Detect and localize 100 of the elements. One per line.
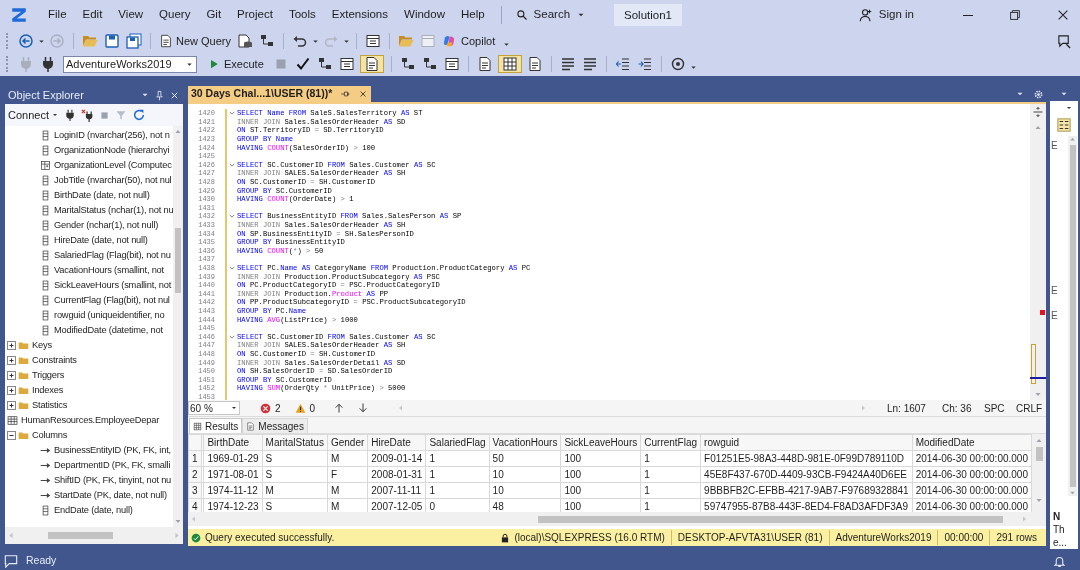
menu-item[interactable]: Window bbox=[396, 6, 453, 24]
plug-icon[interactable] bbox=[64, 109, 76, 121]
collapse-icon[interactable] bbox=[229, 265, 235, 271]
tree-item[interactable]: Triggers bbox=[32, 368, 65, 383]
window-icon[interactable] bbox=[443, 56, 460, 72]
menu-item[interactable]: Git bbox=[198, 6, 230, 24]
tree-icon[interactable] bbox=[421, 56, 438, 72]
menu-item[interactable]: Project bbox=[229, 6, 281, 24]
expander-icon[interactable] bbox=[7, 401, 16, 410]
lines-icon[interactable] bbox=[581, 56, 598, 72]
save-all-icon[interactable] bbox=[126, 33, 142, 49]
tree-item[interactable]: rowguid (uniqueidentifier, no bbox=[54, 308, 165, 323]
tree-item[interactable]: BusinessEntityID (PK, FK, int, bbox=[54, 443, 171, 458]
scrollbar[interactable] bbox=[1032, 434, 1046, 512]
expander-icon[interactable] bbox=[7, 356, 16, 365]
column-header[interactable]: Gender bbox=[327, 434, 368, 451]
logo-icon[interactable] bbox=[10, 6, 28, 24]
collapse-icon[interactable] bbox=[229, 161, 235, 168]
database-dropdown[interactable]: AdventureWorks2019 bbox=[63, 55, 197, 73]
tree-item[interactable]: ModifiedDate (datetime, not bbox=[54, 323, 163, 338]
tree-item[interactable]: MaritalStatus (nchar(1), not nu bbox=[54, 203, 173, 218]
expander-icon[interactable] bbox=[7, 386, 16, 395]
document-icon[interactable] bbox=[526, 56, 543, 72]
stop-icon[interactable] bbox=[99, 109, 110, 121]
tree-item[interactable]: VacationHours (smallint, not bbox=[54, 263, 164, 278]
result-tab[interactable]: Results bbox=[189, 418, 243, 433]
result-tab[interactable]: Messages bbox=[242, 418, 308, 433]
tree-item[interactable]: Constraints bbox=[32, 353, 77, 368]
menu-item[interactable]: Query bbox=[151, 6, 199, 24]
sign-in-button[interactable]: Sign in bbox=[852, 4, 920, 26]
refresh-icon[interactable] bbox=[132, 108, 146, 122]
collapse-icon[interactable] bbox=[229, 110, 235, 117]
feedback-icon[interactable] bbox=[1057, 33, 1072, 49]
error-icon[interactable] bbox=[260, 402, 271, 414]
close-icon[interactable] bbox=[1056, 8, 1070, 22]
toggle-button[interactable] bbox=[359, 55, 384, 73]
tree-item[interactable]: DepartmentID (PK, FK, smalli bbox=[54, 458, 171, 473]
tree-item[interactable]: Gender (nchar(1), not null) bbox=[54, 218, 159, 233]
window-icon[interactable] bbox=[365, 33, 382, 49]
tree-item[interactable]: Indexes bbox=[32, 383, 64, 398]
warning-icon[interactable] bbox=[294, 402, 306, 414]
tree-item[interactable]: OrganizationNode (hierarchyi bbox=[54, 143, 170, 158]
bell-icon[interactable] bbox=[1053, 554, 1066, 568]
column-header[interactable]: SalariedFlag bbox=[425, 434, 490, 451]
caret-icon[interactable] bbox=[1065, 104, 1073, 112]
column-header[interactable]: ModifiedDate bbox=[912, 434, 1032, 451]
lines-icon[interactable] bbox=[559, 56, 576, 72]
tree-item[interactable]: JobTitle (nvarchar(50), not nul bbox=[54, 173, 172, 188]
speech-bubble-icon[interactable] bbox=[4, 554, 18, 568]
menu-item[interactable]: File bbox=[40, 6, 75, 24]
execute-button[interactable]: Execute bbox=[205, 54, 267, 74]
column-header[interactable]: HireDate bbox=[367, 434, 426, 451]
column-header[interactable]: MaritalStatus bbox=[262, 434, 328, 451]
collapse-icon[interactable] bbox=[229, 333, 235, 340]
properties-icon[interactable] bbox=[1057, 118, 1071, 132]
tree-item[interactable]: LoginID (nvarchar(256), not n bbox=[54, 128, 170, 143]
expander-icon[interactable] bbox=[7, 341, 16, 350]
tree-item[interactable]: StartDate (PK, date, not null) bbox=[54, 488, 167, 503]
database-document-icon[interactable] bbox=[237, 33, 254, 49]
menu-item[interactable]: Edit bbox=[74, 6, 111, 24]
scroll-thumb[interactable] bbox=[1035, 447, 1043, 461]
undo-icon[interactable] bbox=[292, 33, 309, 49]
tree-item[interactable]: EndDate (date, null) bbox=[54, 503, 133, 518]
tree-item[interactable]: Columns bbox=[32, 428, 68, 443]
split-icon[interactable] bbox=[1032, 106, 1044, 118]
at-icon[interactable] bbox=[669, 56, 686, 72]
zoom-dropdown[interactable]: 60 % bbox=[188, 401, 240, 415]
tree-item[interactable]: HireDate (date, not null) bbox=[54, 233, 148, 248]
search-button[interactable]: Search bbox=[509, 4, 593, 26]
tree-item[interactable]: Statistics bbox=[32, 398, 68, 413]
back-icon[interactable] bbox=[18, 33, 34, 49]
tree-icon[interactable] bbox=[316, 56, 333, 72]
disconnect-icon[interactable] bbox=[81, 108, 94, 122]
tree-item[interactable]: OrganizationLevel (Computec bbox=[54, 158, 172, 173]
document-tab[interactable]: 30 Days Chal...1\USER (81))* bbox=[188, 86, 372, 102]
tree-item[interactable]: HumanResources.EmployeeDepar bbox=[21, 413, 160, 428]
menu-item[interactable]: Extensions bbox=[323, 6, 397, 24]
scrollbar[interactable] bbox=[1030, 104, 1046, 400]
tree-icon[interactable] bbox=[259, 33, 276, 49]
new-query-button[interactable]: New Query bbox=[156, 31, 235, 51]
menu-item[interactable]: Help bbox=[452, 6, 493, 24]
column-header[interactable]: BirthDate bbox=[203, 434, 263, 451]
pin-icon[interactable] bbox=[340, 89, 351, 99]
column-header[interactable]: CurrentFlag bbox=[640, 434, 701, 451]
close-icon[interactable] bbox=[358, 89, 369, 99]
settings-icon[interactable] bbox=[1033, 88, 1044, 100]
toggle-button[interactable] bbox=[497, 55, 522, 73]
tree-item[interactable]: Keys bbox=[32, 338, 52, 353]
expander-icon[interactable] bbox=[7, 431, 16, 440]
restore-icon[interactable] bbox=[1008, 8, 1022, 22]
outdent-icon[interactable] bbox=[614, 56, 631, 72]
document-icon[interactable] bbox=[476, 56, 493, 72]
window-icon[interactable] bbox=[338, 56, 355, 72]
arrow-down-icon[interactable] bbox=[357, 402, 370, 414]
plug-icon[interactable] bbox=[40, 56, 56, 72]
column-header[interactable]: VacationHours bbox=[489, 434, 561, 451]
check-icon[interactable] bbox=[294, 56, 311, 72]
menu-item[interactable]: Tools bbox=[280, 6, 324, 24]
scroll-thumb[interactable] bbox=[1031, 344, 1036, 384]
collapse-icon[interactable] bbox=[229, 213, 235, 220]
